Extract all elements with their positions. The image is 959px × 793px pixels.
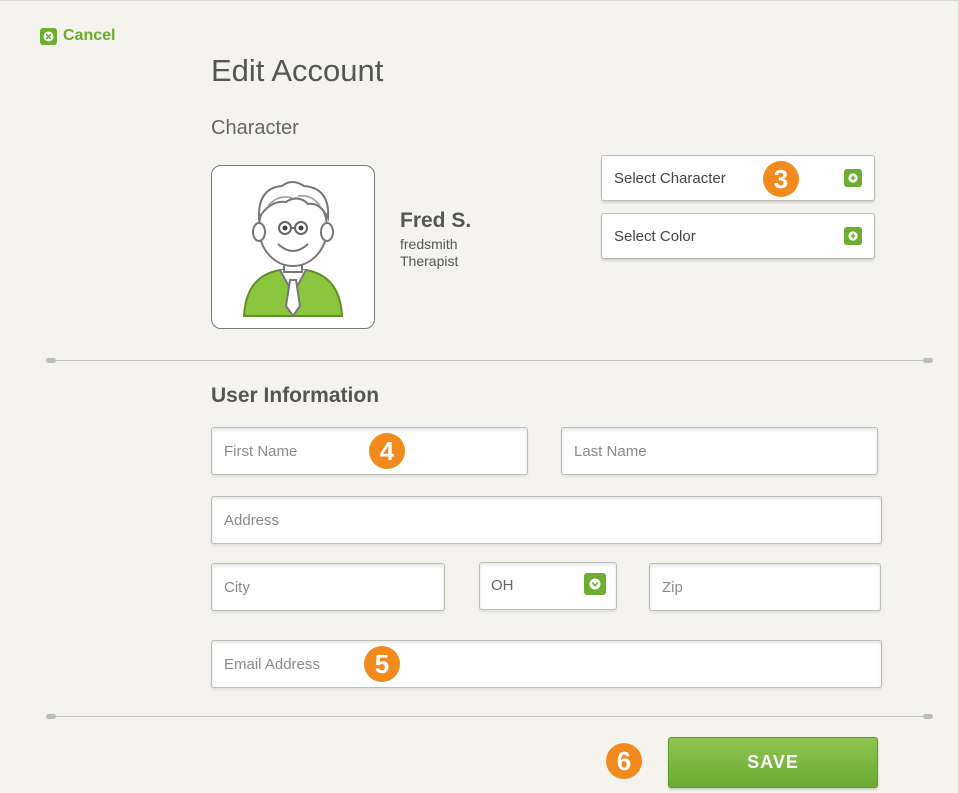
section-divider (46, 358, 933, 363)
step-badge-select-character: 3 (763, 161, 799, 197)
address-input[interactable] (211, 496, 882, 544)
character-user-name: Fred S. (400, 209, 472, 232)
plus-icon (844, 227, 862, 245)
section-divider (46, 714, 933, 719)
select-color-button[interactable]: Select Color (601, 213, 875, 259)
last-name-input[interactable] (561, 427, 878, 475)
state-select[interactable]: OH (479, 562, 617, 610)
step-badge-save: 6 (606, 743, 642, 779)
select-character-button[interactable]: Select Character (601, 155, 875, 201)
select-character-label: Select Character (614, 169, 726, 187)
plus-icon (844, 169, 862, 187)
zip-input[interactable] (649, 563, 881, 611)
save-button[interactable]: SAVE (668, 737, 878, 788)
page-title: Edit Account (211, 53, 384, 88)
close-icon (40, 27, 57, 45)
character-avatar (211, 165, 375, 329)
cancel-label: Cancel (63, 27, 116, 44)
state-select-value: OH (491, 577, 514, 594)
character-section-label: Character (211, 117, 299, 139)
email-address-input[interactable] (211, 640, 882, 688)
user-information-heading: User Information (211, 384, 380, 407)
step-badge-email: 5 (364, 646, 400, 682)
select-color-label: Select Color (614, 227, 696, 245)
chevron-down-icon (584, 573, 606, 595)
step-badge-first-name: 4 (369, 433, 405, 469)
character-role: Therapist (400, 253, 459, 269)
city-input[interactable] (211, 563, 445, 611)
character-username: fredsmith (400, 236, 458, 252)
cancel-button[interactable]: Cancel (40, 27, 115, 45)
